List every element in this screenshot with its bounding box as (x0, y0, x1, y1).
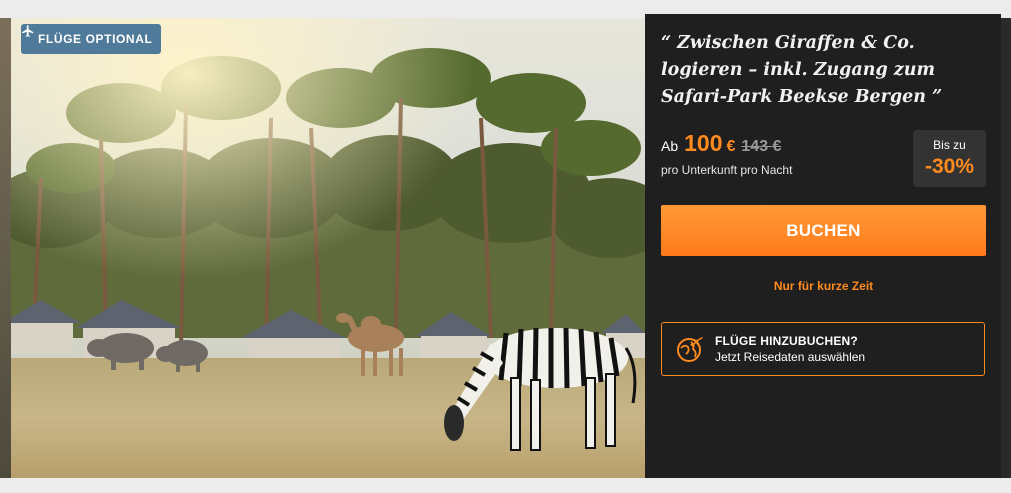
price-amount: 100 (684, 130, 723, 156)
add-flights-title: FLÜGE HINZUBUCHEN? (715, 334, 858, 348)
book-button[interactable]: BUCHEN (661, 205, 986, 256)
next-slide-edge (1001, 18, 1011, 478)
flights-optional-label: FLÜGE OPTIONAL (38, 32, 153, 46)
offer-quote: “ Zwischen Giraffen & Co. logieren – ink… (661, 33, 943, 107)
discount-value: -30% (924, 155, 975, 178)
add-flights-text: FLÜGE HINZUBUCHEN? Jetzt Reisedaten ausw… (715, 334, 865, 364)
previous-slide-edge (0, 18, 11, 478)
flights-optional-badge: FLÜGE OPTIONAL (21, 24, 162, 54)
discount-badge: Bis zu -30% (913, 130, 986, 187)
offer-panel: “ Zwischen Giraffen & Co. logieren – ink… (645, 14, 1001, 478)
airplane-globe-icon (675, 334, 705, 364)
discount-label: Bis zu (933, 138, 966, 152)
original-price: 143 € (741, 138, 782, 155)
price-line: Ab 100 € 143 € (661, 130, 781, 157)
add-flights-subtitle: Jetzt Reisedaten auswählen (715, 350, 866, 364)
price-currency: € (726, 138, 736, 155)
price-unit: pro Unterkunft pro Nacht (661, 163, 793, 177)
offer-card: FLÜGE OPTIONAL “ Zwischen Giraffen & Co.… (0, 0, 1011, 493)
price-prefix: Ab (661, 138, 679, 154)
offer-photo[interactable]: FLÜGE OPTIONAL (11, 18, 645, 478)
bottom-strip (0, 478, 1011, 493)
limited-time-label: Nur für kurze Zeit (773, 279, 874, 293)
add-flights-button[interactable]: FLÜGE HINZUBUCHEN? Jetzt Reisedaten ausw… (661, 322, 985, 376)
safari-scene-illustration (11, 18, 645, 478)
